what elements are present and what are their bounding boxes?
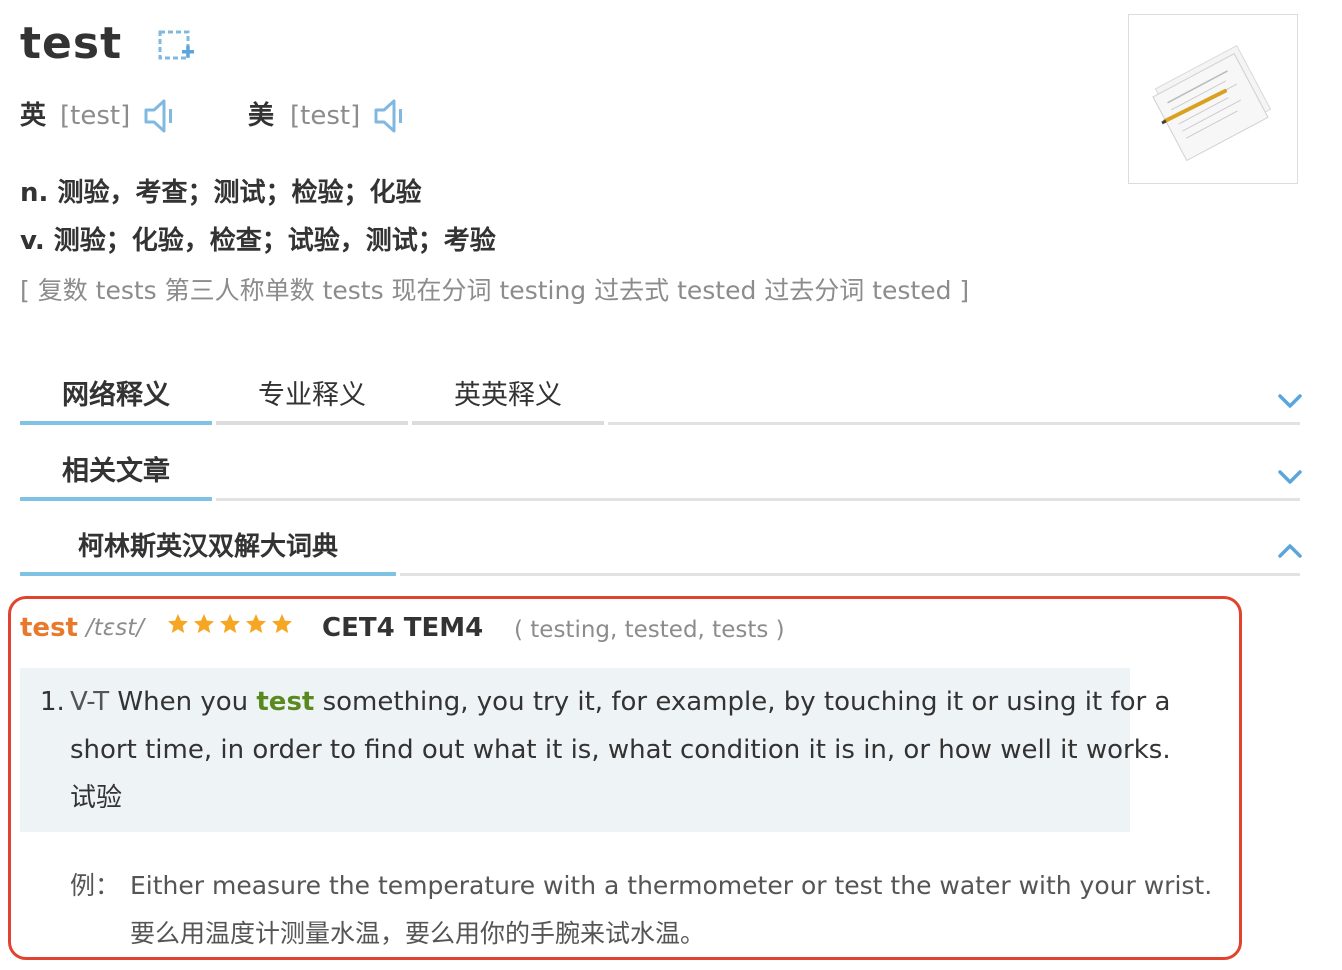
tab-underline-active: [20, 421, 212, 425]
tab-professional-definitions[interactable]: 专业释义: [216, 376, 408, 416]
star-icon: [194, 614, 214, 633]
tab-english-definitions[interactable]: 英英释义: [412, 376, 604, 416]
collins-headword: test: [20, 613, 78, 643]
highlighted-headword: test: [256, 687, 315, 717]
word-thumbnail-image: [1128, 14, 1298, 184]
sense-text: When you: [109, 687, 257, 717]
exam-level: CET4 TEM4: [322, 613, 484, 643]
star-icon: [220, 614, 240, 633]
example-chinese: 要么用温度计测量水温，要么用你的手腕来试水温。: [130, 919, 706, 948]
tab-underline-active: [20, 572, 396, 576]
collins-phonetic: /tɛst/: [86, 615, 145, 641]
star-icon: [168, 614, 188, 633]
tab-collins-dictionary[interactable]: 柯林斯英汉双解大词典: [20, 527, 396, 567]
tab-web-definitions[interactable]: 网络释义: [20, 376, 212, 416]
star-icon: [272, 614, 292, 633]
add-to-wordbook-icon[interactable]: [158, 28, 196, 64]
divider: [400, 573, 1300, 576]
word-forms: [ 复数 tests 第三人称单数 tests 现在分词 testing 过去式…: [20, 276, 970, 305]
divider: [608, 422, 1300, 425]
divider: [216, 498, 1300, 501]
headword: test: [20, 18, 123, 69]
us-phonetic: [test]: [290, 101, 361, 131]
tab-underline: [412, 421, 604, 425]
uk-phonetic: [test]: [60, 101, 131, 131]
sense-number: 1.: [40, 687, 65, 717]
example-english: Either measure the temperature with a th…: [130, 871, 1213, 900]
definition-verb: v. 测验；化验，检查；试验，测试；考验: [20, 226, 496, 256]
sense-translation: 试验: [70, 783, 123, 813]
tab-underline: [216, 421, 408, 425]
chevron-down-icon[interactable]: [1276, 390, 1304, 412]
frequency-stars: [166, 612, 294, 642]
uk-label: 英: [20, 101, 47, 131]
chevron-up-icon[interactable]: [1276, 540, 1304, 562]
sense-text: something, you try it, for example, by t…: [314, 687, 1171, 717]
inflections: ( testing, tested, tests ): [514, 617, 785, 643]
star-icon: [246, 614, 266, 633]
uk-speaker-icon[interactable]: [142, 96, 176, 136]
sense-definition-line: V-T When you test something, you try it,…: [70, 682, 1170, 722]
tab-related-articles[interactable]: 相关文章: [20, 452, 212, 492]
tab-underline-active: [20, 497, 212, 501]
us-speaker-icon[interactable]: [372, 96, 406, 136]
sense-definition-line: short time, in order to find out what it…: [70, 735, 1171, 765]
chevron-down-icon[interactable]: [1276, 466, 1304, 488]
us-label: 美: [248, 101, 275, 131]
definition-noun: n. 测验，考查；测试；检验；化验: [20, 178, 422, 208]
example-label: 例：: [70, 871, 121, 900]
grammar-code: V-T: [70, 687, 110, 717]
